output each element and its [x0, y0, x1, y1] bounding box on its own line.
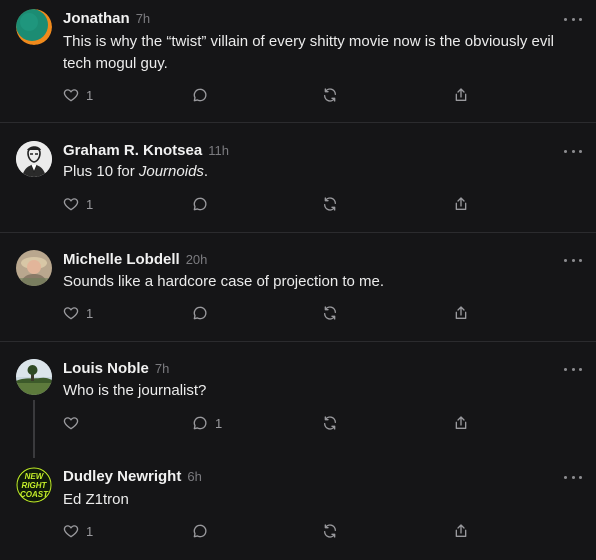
share-button[interactable] [453, 303, 469, 323]
share-upload-icon [455, 416, 467, 429]
reply-button[interactable] [192, 521, 208, 541]
avatar-louis[interactable] [16, 359, 52, 395]
repost-arrows-icon [324, 197, 336, 211]
like-count: 1 [86, 523, 94, 539]
post-louis[interactable]: Louis Noble 7h Who is the journalist? 1 [0, 359, 596, 439]
logo-word-3: COAST [20, 490, 49, 499]
author-name[interactable]: Jonathan [63, 10, 130, 27]
reply-button[interactable]: 1 [192, 413, 222, 433]
reply-button[interactable] [192, 194, 208, 214]
repost-button[interactable] [322, 521, 338, 541]
like-count: 1 [86, 305, 94, 321]
repost-button[interactable] [322, 303, 338, 323]
heart-icon [63, 417, 79, 430]
like-count: 1 [86, 196, 94, 212]
share-upload-icon [455, 197, 467, 210]
post-actions: 1 [63, 413, 483, 433]
post-text-start: Plus 10 for [63, 163, 139, 180]
author-name[interactable]: Dudley Newright [63, 468, 181, 485]
post-graham[interactable]: Graham R. Knotsea 11h Plus 10 for Journoi… [0, 141, 596, 221]
avatar-jonathan[interactable] [16, 9, 52, 45]
like-count: 1 [86, 87, 94, 103]
post-header: Michelle Lobdell 20h [63, 250, 207, 270]
speech-bubble-icon [193, 88, 207, 102]
share-upload-icon [455, 524, 467, 537]
author-name[interactable]: Graham R. Knotsea [63, 142, 202, 159]
more-options-button[interactable] [564, 144, 582, 158]
post-actions: 1 [63, 521, 483, 541]
more-options-button[interactable] [564, 362, 582, 376]
repost-arrows-icon [324, 88, 336, 102]
share-button[interactable] [453, 413, 469, 433]
post-text: Who is the journalist? [63, 382, 207, 399]
repost-button[interactable] [322, 194, 338, 214]
avatar-dudley[interactable]: NEW RIGHT COAST [16, 467, 52, 503]
like-button[interactable]: 1 [63, 303, 93, 323]
like-button[interactable]: 1 [63, 85, 93, 105]
repost-button[interactable] [322, 413, 338, 433]
repost-arrows-icon [324, 524, 336, 538]
more-options-button[interactable] [564, 12, 582, 26]
reply-count: 1 [215, 415, 223, 431]
repost-arrows-icon [324, 416, 336, 430]
avatar-graham[interactable] [16, 141, 52, 177]
post-time[interactable]: 7h [155, 361, 169, 376]
heart-icon [63, 198, 79, 211]
reply-button[interactable] [192, 85, 208, 105]
post-michelle[interactable]: Michelle Lobdell 20h Sounds like a hardco… [0, 250, 596, 330]
post-jonathan[interactable]: Jonathan 7h This is why the “twist” villa… [0, 9, 596, 119]
avatar-michelle[interactable] [16, 250, 52, 286]
heart-icon [63, 525, 79, 538]
more-options-button[interactable] [564, 253, 582, 267]
divider [0, 232, 596, 233]
divider [0, 122, 596, 123]
post-time[interactable]: 11h [208, 143, 229, 158]
author-name[interactable]: Michelle Lobdell [63, 251, 180, 268]
post-text: This is why the “twist” villain of every… [63, 33, 555, 72]
post-time[interactable]: 7h [136, 11, 150, 26]
repost-arrows-icon [324, 306, 336, 320]
speech-bubble-icon [193, 524, 207, 538]
share-button[interactable] [453, 521, 469, 541]
logo-word-1: NEW [25, 472, 45, 481]
more-options-button[interactable] [564, 470, 582, 484]
repost-button[interactable] [322, 85, 338, 105]
like-button[interactable] [63, 413, 86, 433]
post-actions: 1 [63, 303, 483, 323]
post-text: Ed Z1tron [63, 491, 129, 508]
reply-feed: Jonathan 7h This is why the “twist” villa… [0, 0, 596, 560]
speech-bubble-icon [193, 197, 207, 211]
post-header: Louis Noble 7h [63, 359, 169, 379]
post-text: Sounds like a hardcore case of projectio… [63, 273, 385, 290]
post-actions: 1 [63, 194, 483, 214]
post-text-end: . [203, 163, 209, 180]
share-upload-icon [455, 306, 467, 319]
speech-bubble-icon [193, 416, 207, 430]
post-dudley[interactable]: NEW RIGHT COAST Dudley Newright 6h Ed Z1t… [0, 467, 596, 547]
post-time[interactable]: 20h [186, 252, 208, 267]
speech-bubble-icon [193, 306, 207, 320]
logo-word-2: RIGHT [22, 481, 48, 490]
post-text-italic: Journoids [138, 163, 204, 180]
like-button[interactable]: 1 [63, 521, 93, 541]
post-time[interactable]: 6h [187, 469, 201, 484]
post-header: Graham R. Knotsea 11h [63, 141, 229, 161]
share-button[interactable] [453, 194, 469, 214]
author-name[interactable]: Louis Noble [63, 360, 149, 377]
heart-icon [63, 89, 79, 102]
like-button[interactable]: 1 [63, 194, 93, 214]
post-header: Dudley Newright 6h [63, 467, 202, 487]
post-header: Jonathan 7h [63, 9, 150, 29]
divider [0, 341, 596, 342]
post-actions: 1 [63, 85, 483, 105]
post-text: Plus 10 for Journoids. [63, 161, 573, 183]
reply-button[interactable] [192, 303, 208, 323]
heart-icon [63, 307, 79, 320]
share-button[interactable] [453, 85, 469, 105]
share-upload-icon [455, 88, 467, 101]
